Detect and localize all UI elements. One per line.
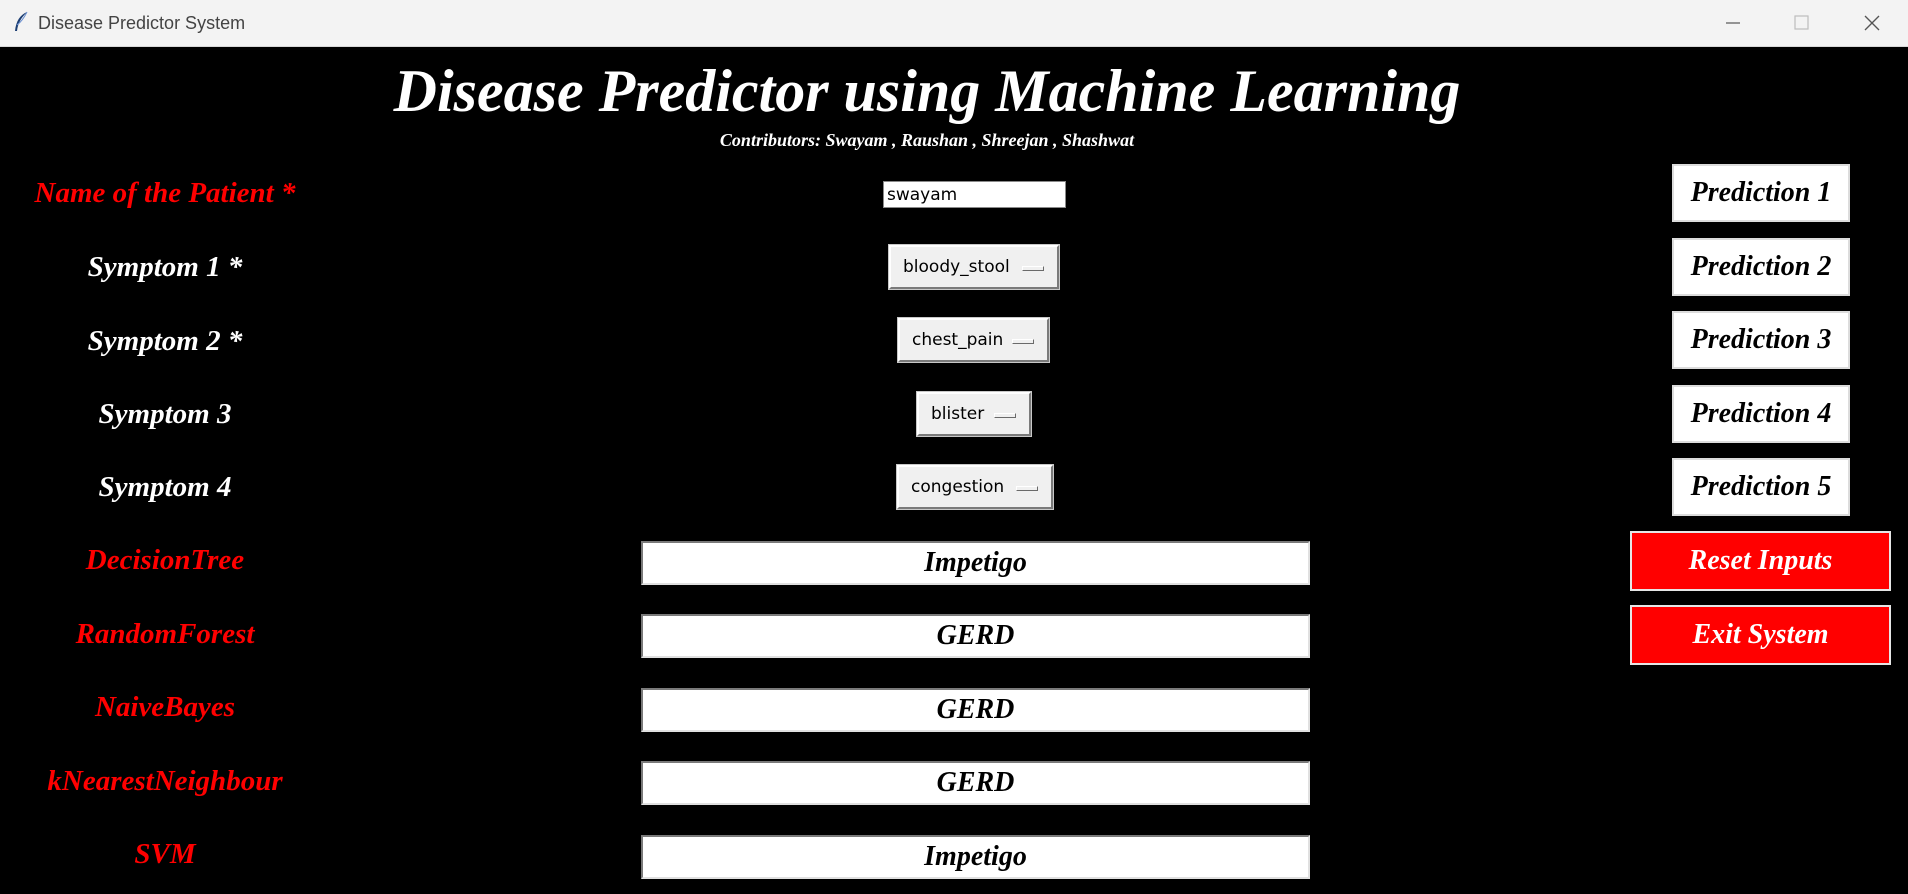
dropdown-indicator-icon — [1016, 486, 1038, 491]
symptom-3-label: Symptom 3 — [98, 398, 232, 430]
symptom-2-dropdown[interactable]: chest_pain — [898, 318, 1049, 362]
patient-name-input[interactable] — [883, 181, 1066, 208]
window-title: Disease Predictor System — [38, 13, 246, 33]
symptom-4-dropdown[interactable]: congestion — [897, 465, 1053, 509]
symptom-4-value: congestion — [911, 477, 1005, 497]
randomforest-result: GERD — [641, 614, 1310, 658]
dropdown-indicator-icon — [1012, 339, 1034, 344]
symptom-2-value: chest_pain — [912, 330, 1004, 350]
exit-system-button[interactable]: Exit System — [1630, 605, 1891, 665]
symptom-1-dropdown[interactable]: bloody_stool — [889, 245, 1059, 289]
close-icon — [1864, 15, 1880, 31]
patient-name-label: Name of the Patient * — [34, 177, 296, 209]
app-window-content: Disease Predictor using Machine Learning… — [0, 47, 1908, 894]
maximize-icon — [1794, 15, 1809, 30]
prediction-4-button[interactable]: Prediction 4 — [1672, 385, 1850, 443]
decisiontree-result: Impetigo — [641, 541, 1310, 585]
dropdown-indicator-icon — [994, 413, 1016, 418]
reset-inputs-button[interactable]: Reset Inputs — [1630, 531, 1891, 591]
prediction-2-button[interactable]: Prediction 2 — [1672, 238, 1850, 296]
symptom-3-value: blister — [931, 404, 985, 424]
prediction-5-button[interactable]: Prediction 5 — [1672, 458, 1850, 516]
minimize-button[interactable] — [1700, 0, 1770, 46]
decisiontree-label: DecisionTree — [85, 544, 245, 576]
contributors-text: Contributors: Swayam , Raushan , Shreeja… — [719, 130, 1135, 150]
naivebayes-result: GERD — [641, 688, 1310, 732]
dropdown-indicator-icon — [1022, 266, 1044, 271]
svm-result: Impetigo — [641, 835, 1310, 879]
close-button[interactable] — [1838, 0, 1908, 46]
knearestneighbour-label: kNearestNeighbour — [47, 765, 283, 797]
minimize-icon — [1726, 22, 1740, 24]
symptom-2-label: Symptom 2 * — [87, 325, 243, 357]
symptom-1-value: bloody_stool — [903, 257, 1010, 277]
naivebayes-label: NaiveBayes — [94, 691, 236, 723]
app-heading: Disease Predictor using Machine Learning — [393, 58, 1461, 124]
feather-icon — [15, 11, 28, 31]
randomforest-label: RandomForest — [75, 618, 255, 650]
knearestneighbour-result: GERD — [641, 761, 1310, 805]
symptom-1-label: Symptom 1 * — [87, 251, 243, 283]
window-titlebar: Disease Predictor System — [0, 0, 1908, 47]
prediction-1-button[interactable]: Prediction 1 — [1672, 164, 1850, 222]
prediction-3-button[interactable]: Prediction 3 — [1672, 311, 1850, 369]
svm-label: SVM — [134, 838, 196, 870]
maximize-button[interactable] — [1768, 0, 1838, 46]
symptom-3-dropdown[interactable]: blister — [917, 392, 1031, 436]
symptom-4-label: Symptom 4 — [98, 471, 232, 503]
